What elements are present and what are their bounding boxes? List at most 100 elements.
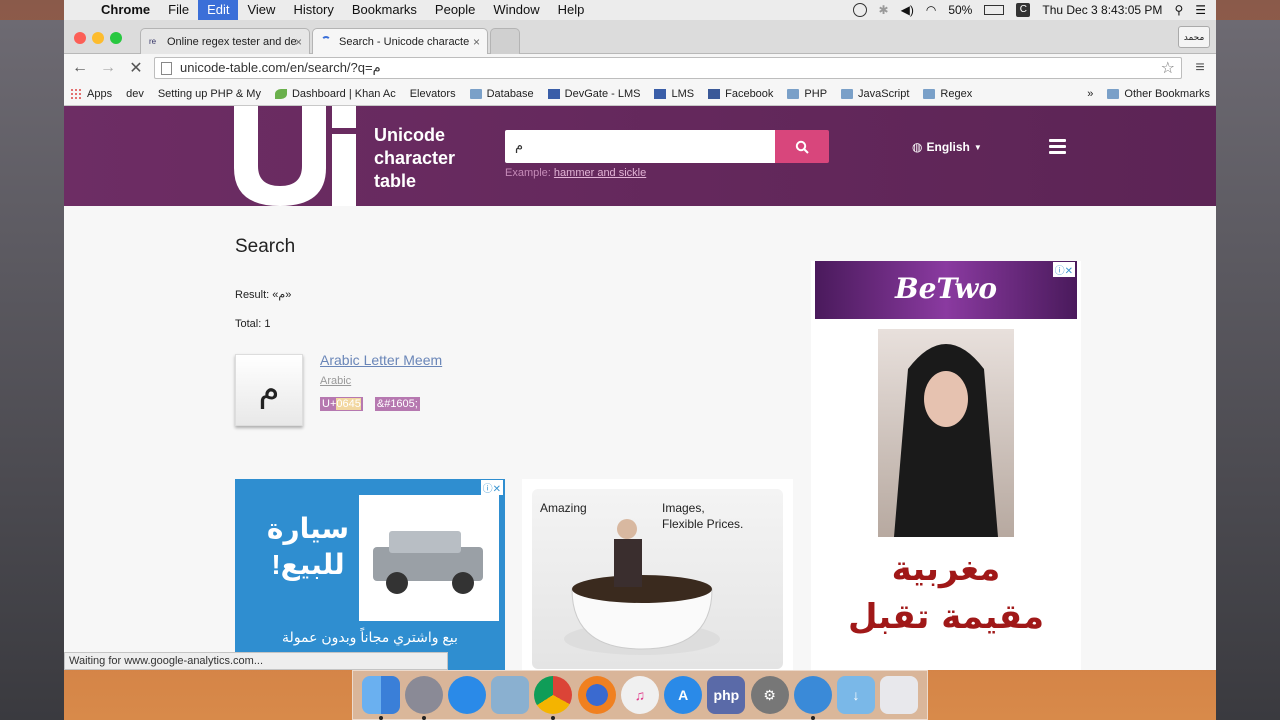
chrome-menu-icon[interactable]: ≡ xyxy=(1190,59,1210,77)
desktop-right-strip xyxy=(1216,20,1280,720)
bookmark-php[interactable]: PHP xyxy=(787,88,827,100)
close-icon[interactable]: × xyxy=(473,35,480,49)
language-label: English xyxy=(926,140,970,154)
bookmarks-overflow-chevron[interactable]: » xyxy=(1087,88,1093,100)
adchoices-icon[interactable]: ⓘ✕ xyxy=(480,480,503,495)
php-icon[interactable]: php xyxy=(707,676,746,714)
tab-unicode-search[interactable]: Search - Unicode characte × xyxy=(312,28,488,54)
address-bar[interactable]: unicode-table.com/en/search/?q=م ☆ xyxy=(154,57,1182,79)
bookmark-facebook[interactable]: Facebook xyxy=(708,88,773,100)
example-link[interactable]: hammer and sickle xyxy=(554,167,646,179)
character-block-link[interactable]: Arabic xyxy=(320,375,351,387)
site-logo-text[interactable]: Unicode character table xyxy=(374,124,455,193)
back-arrow-icon[interactable]: ← xyxy=(70,59,90,77)
stock-images-ad[interactable]: Amazing Images, Flexible Prices. xyxy=(522,479,793,670)
browser-toolbar: ← → ✕ unicode-table.com/en/search/?q=م ☆… xyxy=(64,54,1216,82)
bookmark-lms[interactable]: LMS xyxy=(654,88,694,100)
bluetooth-icon[interactable]: ✱ xyxy=(879,3,889,17)
mac-dock: ♫ A php ⚙ ↓ xyxy=(352,670,928,720)
mac-menubar: Chrome File Edit View History Bookmarks … xyxy=(64,0,1216,20)
menu-file[interactable]: File xyxy=(159,0,198,20)
itunes-icon[interactable]: ♫ xyxy=(620,676,659,714)
battery-icon[interactable] xyxy=(984,5,1005,15)
facebook-icon xyxy=(708,88,721,99)
site-search-input[interactable]: م xyxy=(505,130,775,163)
finder-icon[interactable] xyxy=(361,676,400,720)
folder-icon xyxy=(923,88,936,99)
quicktime-icon[interactable] xyxy=(793,676,832,720)
ad-text: Flexible Prices. xyxy=(662,517,744,531)
menu-app-chrome[interactable]: Chrome xyxy=(92,0,159,20)
battery-percent[interactable]: 50% xyxy=(948,3,972,17)
bookmark-javascript[interactable]: JavaScript xyxy=(841,88,909,100)
bookmark-dev[interactable]: dev xyxy=(64,87,144,118)
menu-view[interactable]: View xyxy=(238,0,284,20)
menu-people[interactable]: People xyxy=(426,0,484,20)
notification-center-icon[interactable]: ☰ xyxy=(1195,3,1206,17)
menu-history[interactable]: History xyxy=(284,0,342,20)
bookmark-label: dev xyxy=(126,87,144,100)
bookmark-khan-academy[interactable]: Dashboard | Khan Ac xyxy=(274,88,396,100)
new-tab-button[interactable] xyxy=(490,28,520,54)
address-url[interactable]: unicode-table.com/en/search/?q=م xyxy=(180,60,381,76)
close-window-button[interactable] xyxy=(74,32,86,44)
launchpad-icon[interactable] xyxy=(404,676,443,720)
bookmark-label: PHP xyxy=(804,87,828,100)
regex-favicon-icon: re xyxy=(149,37,157,46)
c-app-icon[interactable]: C xyxy=(1016,3,1031,17)
forward-arrow-icon[interactable]: → xyxy=(98,59,118,77)
adchoices-icon[interactable]: ⓘ✕ xyxy=(1052,262,1075,277)
zoom-window-button[interactable] xyxy=(110,32,122,44)
menubar-clock[interactable]: Thu Dec 3 8:43:05 PM xyxy=(1042,3,1162,17)
ad-image xyxy=(532,489,783,669)
hamburger-menu-icon[interactable] xyxy=(1049,139,1066,157)
record-icon[interactable] xyxy=(852,3,867,17)
html-entity-badge[interactable]: &#1605; xyxy=(374,397,420,411)
car-sale-ad[interactable]: ⓘ✕ سيارة للبيع! بيع واشتري مجاناً وبدون … xyxy=(235,479,505,670)
safari-icon[interactable] xyxy=(448,676,487,714)
unicode-code-badge[interactable]: U+0645 xyxy=(320,397,363,411)
character-tile[interactable]: م xyxy=(235,354,303,426)
bookmark-apps[interactable]: Apps xyxy=(70,87,112,100)
app-store-icon[interactable]: A xyxy=(664,676,703,714)
menu-edit[interactable]: Edit xyxy=(198,0,239,20)
menu-bookmarks[interactable]: Bookmarks xyxy=(343,0,426,20)
downloads-folder-icon[interactable]: ↓ xyxy=(837,676,876,714)
bookmark-elevators[interactable]: Elevators xyxy=(64,88,456,118)
site-search-button[interactable] xyxy=(775,130,829,163)
wifi-icon[interactable]: ◠ xyxy=(926,3,936,17)
profile-button[interactable]: محمد xyxy=(1178,26,1210,48)
bookmark-php-setup[interactable]: Setting up PHP & My xyxy=(64,87,261,118)
car-photo xyxy=(359,495,499,621)
bookmark-star-icon[interactable]: ☆ xyxy=(1161,58,1175,78)
ad-tagline: بيع واشتري مجاناً وبدون عمولة xyxy=(282,629,458,645)
dating-ad[interactable]: BeTwo ⓘ✕ مغربية مقيمة تقبل xyxy=(811,261,1081,670)
preview-icon[interactable] xyxy=(491,676,530,714)
bookmark-label: Setting up PHP & My xyxy=(157,87,261,100)
menu-window[interactable]: Window xyxy=(484,0,548,20)
menu-help[interactable]: Help xyxy=(549,0,594,20)
language-selector[interactable]: ◍ English ▼ xyxy=(912,140,982,154)
bookmark-regex[interactable]: Regex xyxy=(923,88,972,100)
tab-strip: re Online regex tester and de × Search -… xyxy=(64,20,1216,54)
close-icon[interactable]: × xyxy=(295,35,302,49)
volume-icon[interactable]: ◀) xyxy=(901,3,914,17)
bookmark-database[interactable]: Database xyxy=(469,88,534,100)
character-name-link[interactable]: Arabic Letter Meem xyxy=(320,352,442,368)
other-bookmarks[interactable]: Other Bookmarks xyxy=(1107,88,1210,100)
ad-banner: BeTwo xyxy=(815,261,1077,319)
code-hex-selected[interactable]: 0645 xyxy=(336,398,361,410)
minimize-window-button[interactable] xyxy=(92,32,104,44)
unicode-logo-icon[interactable] xyxy=(234,106,358,206)
firefox-icon[interactable] xyxy=(577,676,616,714)
tab-regex-tester[interactable]: re Online regex tester and de × xyxy=(140,28,310,54)
system-preferences-icon[interactable]: ⚙ xyxy=(750,676,789,714)
chrome-icon[interactable] xyxy=(534,676,573,720)
apps-grid-icon xyxy=(70,87,82,100)
desktop-left-strip xyxy=(0,20,64,720)
bookmark-devgate-lms[interactable]: DevGate - LMS xyxy=(547,88,640,100)
trash-icon[interactable] xyxy=(880,676,919,714)
tab-title: Search - Unicode characte xyxy=(339,36,470,48)
stop-loading-icon[interactable]: ✕ xyxy=(126,58,146,78)
spotlight-search-icon[interactable]: ⚲ xyxy=(1174,3,1183,17)
